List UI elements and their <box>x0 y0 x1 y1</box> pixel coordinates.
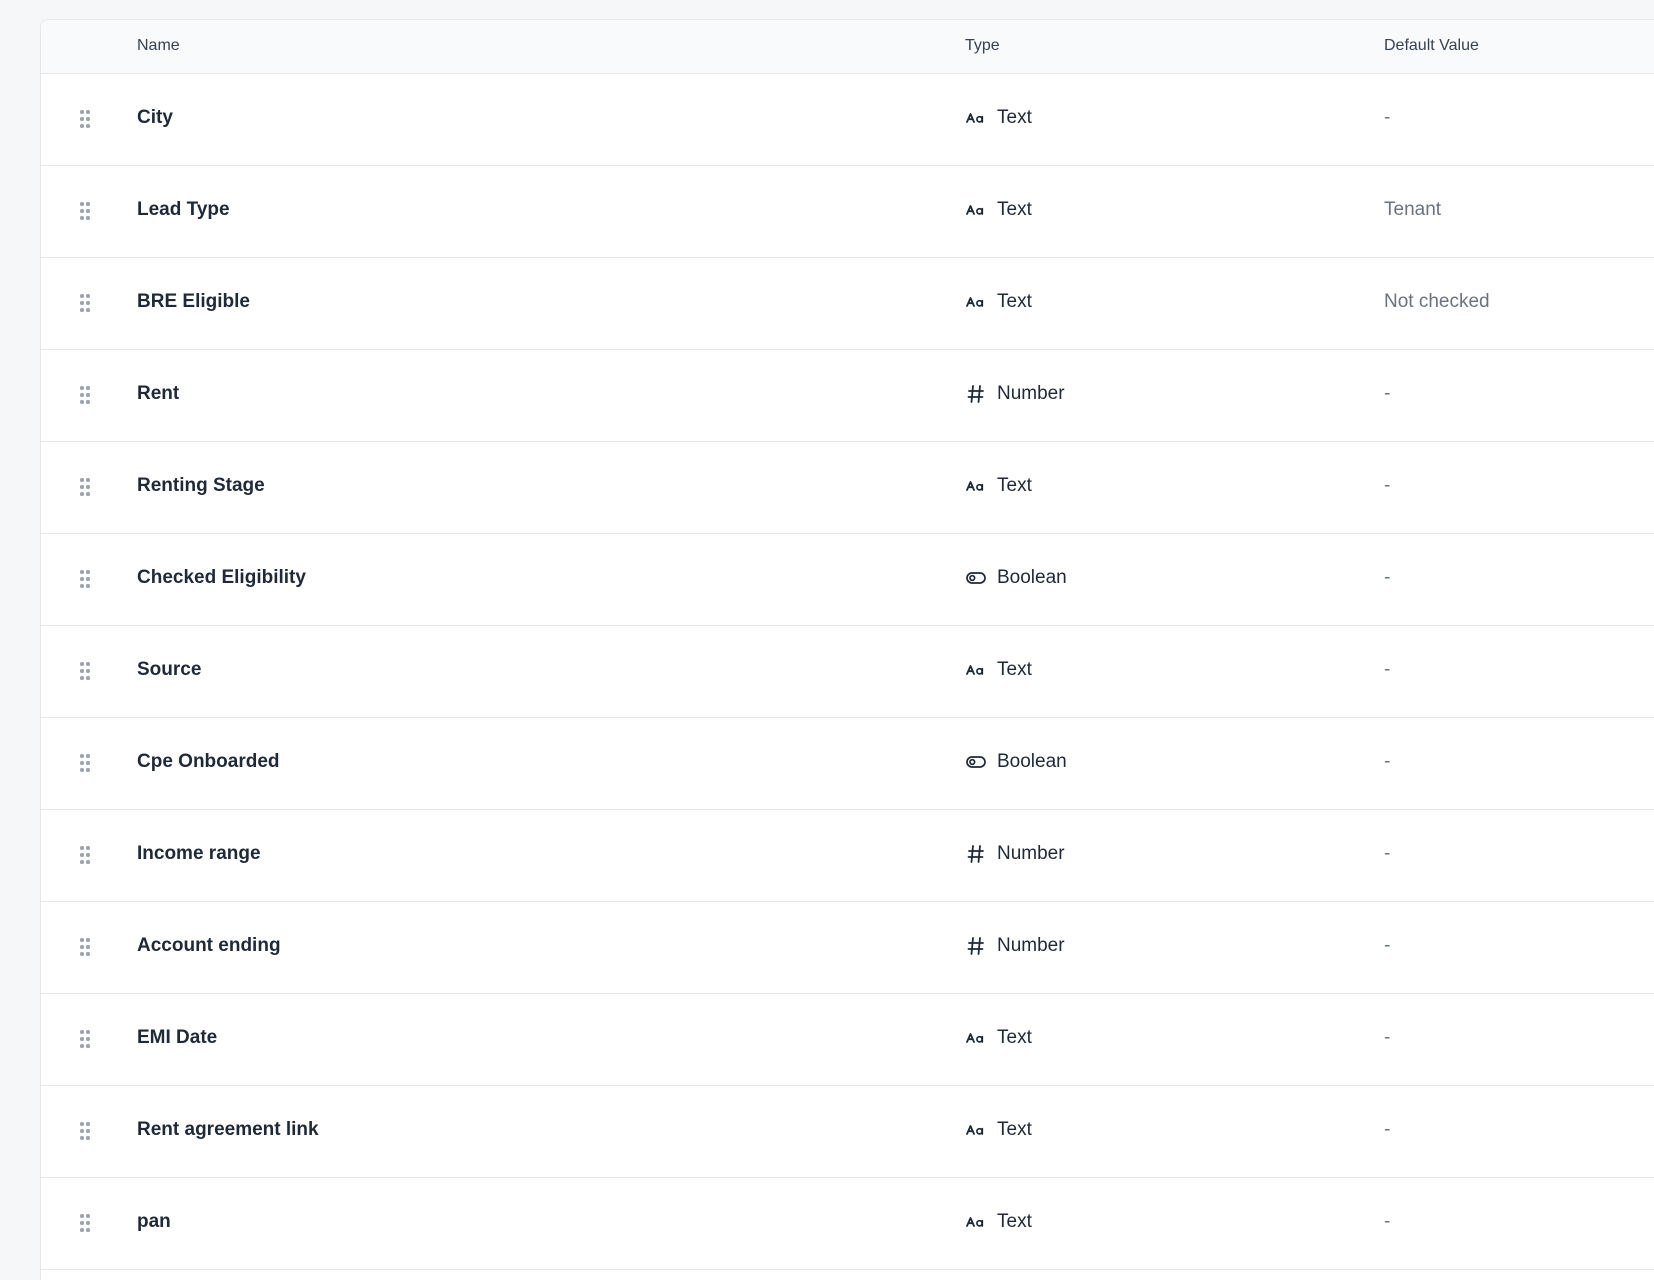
field-name: City <box>137 107 173 128</box>
field-type-label: Text <box>997 475 1032 496</box>
field-name: Income range <box>137 843 261 864</box>
field-name: Checked Eligibility <box>137 567 306 588</box>
drag-handle-icon[interactable] <box>80 386 90 404</box>
field-type-label: Number <box>997 935 1065 956</box>
column-header-name[interactable]: Name <box>137 37 180 55</box>
field-default-value: - <box>1384 1119 1391 1140</box>
field-default-value: Not checked <box>1384 291 1490 312</box>
text-type-icon <box>965 475 987 497</box>
table-body: City Text - Lead Type Text Tenant BRE El… <box>41 74 1654 1270</box>
field-name: BRE Eligible <box>137 291 250 312</box>
field-type: Number <box>965 383 1065 405</box>
field-type: Text <box>965 1119 1032 1141</box>
field-name: EMI Date <box>137 1027 218 1048</box>
drag-handle-icon[interactable] <box>80 110 90 128</box>
drag-handle-icon[interactable] <box>80 202 90 220</box>
table-row[interactable]: Lead Type Text Tenant <box>41 166 1654 258</box>
column-header-type[interactable]: Type <box>965 37 1000 55</box>
field-default-value: - <box>1384 843 1391 864</box>
field-type: Text <box>965 291 1032 313</box>
field-name: Rent <box>137 383 180 404</box>
field-type-label: Number <box>997 843 1065 864</box>
column-header-default-value[interactable]: Default Value <box>1384 37 1479 55</box>
table-row[interactable]: Checked Eligibility Boolean - <box>41 534 1654 626</box>
field-default-value: - <box>1384 659 1391 680</box>
field-default-value: - <box>1384 383 1391 404</box>
table-row[interactable]: Account ending Number - <box>41 902 1654 994</box>
field-type-label: Number <box>997 383 1065 404</box>
table-row[interactable]: BRE Eligible Text Not checked <box>41 258 1654 350</box>
field-name: Lead Type <box>137 199 230 220</box>
field-name: pan <box>137 1211 171 1232</box>
text-type-icon <box>965 291 987 313</box>
text-type-icon <box>965 199 987 221</box>
field-default-value: - <box>1384 107 1391 128</box>
field-type-label: Text <box>997 107 1032 128</box>
fields-table: Name Type Default Value City Text - Lead… <box>40 19 1654 1280</box>
table-row[interactable]: pan Text - <box>41 1178 1654 1270</box>
text-type-icon <box>965 1119 987 1141</box>
field-default-value: - <box>1384 935 1391 956</box>
field-type-label: Text <box>997 1119 1032 1140</box>
field-default-value: - <box>1384 1211 1391 1232</box>
field-name: Account ending <box>137 935 281 956</box>
field-type: Boolean <box>965 751 1067 773</box>
table-row[interactable]: Renting Stage Text - <box>41 442 1654 534</box>
toggle-icon <box>965 751 987 773</box>
drag-handle-icon[interactable] <box>80 478 90 496</box>
drag-handle-icon[interactable] <box>80 570 90 588</box>
field-default-value: - <box>1384 1027 1391 1048</box>
drag-handle-icon[interactable] <box>80 294 90 312</box>
field-type: Number <box>965 843 1065 865</box>
drag-handle-icon[interactable] <box>80 938 90 956</box>
drag-handle-icon[interactable] <box>80 1030 90 1048</box>
drag-handle-icon[interactable] <box>80 754 90 772</box>
drag-handle-icon[interactable] <box>80 662 90 680</box>
field-type: Boolean <box>965 567 1067 589</box>
field-default-value: - <box>1384 475 1391 496</box>
field-type: Text <box>965 1211 1032 1233</box>
table-row[interactable]: Income range Number - <box>41 810 1654 902</box>
field-name: Renting Stage <box>137 475 265 496</box>
field-type: Text <box>965 475 1032 497</box>
text-type-icon <box>965 1211 987 1233</box>
text-type-icon <box>965 1027 987 1049</box>
hash-icon <box>965 843 987 865</box>
table-row[interactable]: Cpe Onboarded Boolean - <box>41 718 1654 810</box>
table-row[interactable]: EMI Date Text - <box>41 994 1654 1086</box>
field-type-label: Boolean <box>997 751 1067 772</box>
field-type: Number <box>965 935 1065 957</box>
text-type-icon <box>965 659 987 681</box>
field-type-label: Text <box>997 199 1032 220</box>
table-row[interactable]: Source Text - <box>41 626 1654 718</box>
toggle-icon <box>965 567 987 589</box>
field-type-label: Text <box>997 291 1032 312</box>
field-name: Rent agreement link <box>137 1119 319 1140</box>
drag-handle-icon[interactable] <box>80 1214 90 1232</box>
field-type: Text <box>965 659 1032 681</box>
table-row[interactable]: Rent agreement link Text - <box>41 1086 1654 1178</box>
field-type: Text <box>965 1027 1032 1049</box>
field-name: Source <box>137 659 202 680</box>
field-type-label: Text <box>997 1027 1032 1048</box>
field-type: Text <box>965 107 1032 129</box>
field-default-value: Tenant <box>1384 199 1442 220</box>
drag-handle-icon[interactable] <box>80 846 90 864</box>
field-type-label: Boolean <box>997 567 1067 588</box>
table-row[interactable]: Rent Number - <box>41 350 1654 442</box>
table-header: Name Type Default Value <box>41 20 1654 74</box>
field-name: Cpe Onboarded <box>137 751 280 772</box>
hash-icon <box>965 383 987 405</box>
hash-icon <box>965 935 987 957</box>
field-default-value: - <box>1384 751 1391 772</box>
field-type-label: Text <box>997 1211 1032 1232</box>
text-type-icon <box>965 107 987 129</box>
field-type: Text <box>965 199 1032 221</box>
field-type-label: Text <box>997 659 1032 680</box>
field-default-value: - <box>1384 567 1391 588</box>
drag-handle-icon[interactable] <box>80 1122 90 1140</box>
table-row[interactable]: City Text - <box>41 74 1654 166</box>
